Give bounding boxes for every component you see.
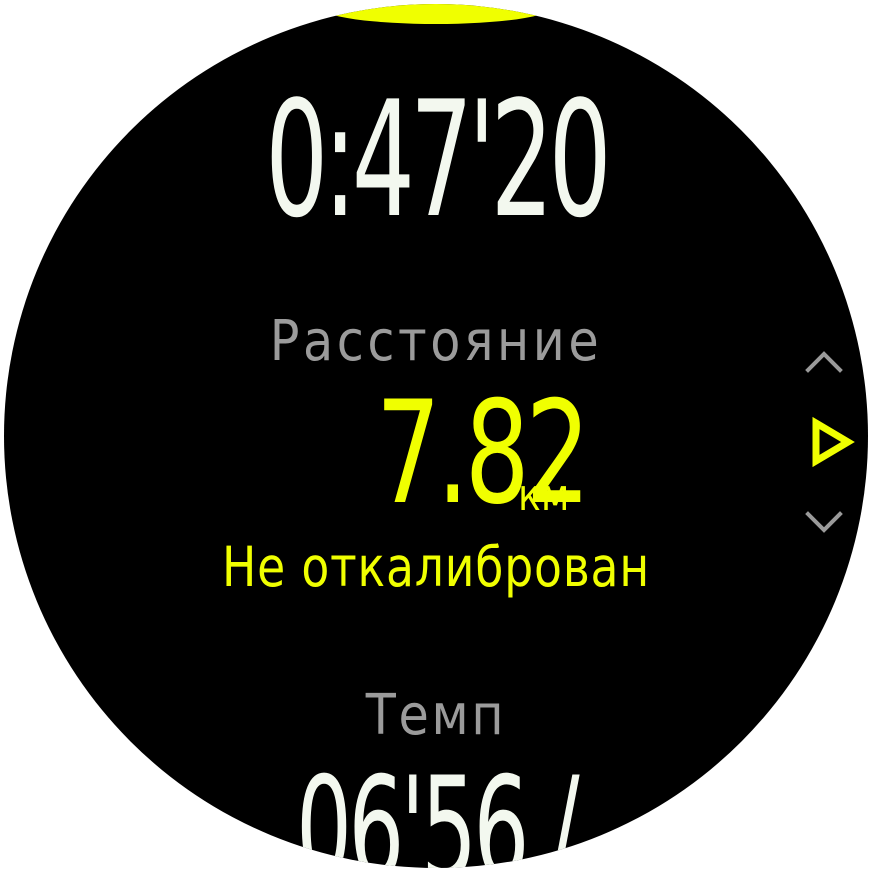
workout-duration: 0:47'20: [265, 66, 612, 253]
distance-label: Расстояние: [269, 309, 603, 374]
distance-readout: 7.82 км: [4, 383, 868, 525]
calibration-status: Не откалиброван: [221, 535, 651, 599]
pace-label: Темп: [365, 683, 507, 748]
chevron-up-icon[interactable]: [802, 340, 846, 384]
distance-unit: км: [518, 470, 570, 521]
chevron-down-icon[interactable]: [802, 500, 846, 544]
pace-value: 06'56 /: [296, 747, 580, 869]
watch-screen: 0:47'20 Расстояние 7.82 км Не откалибров…: [4, 4, 868, 868]
active-page-indicator: [322, 4, 550, 24]
play-triangle-icon[interactable]: [808, 416, 856, 468]
